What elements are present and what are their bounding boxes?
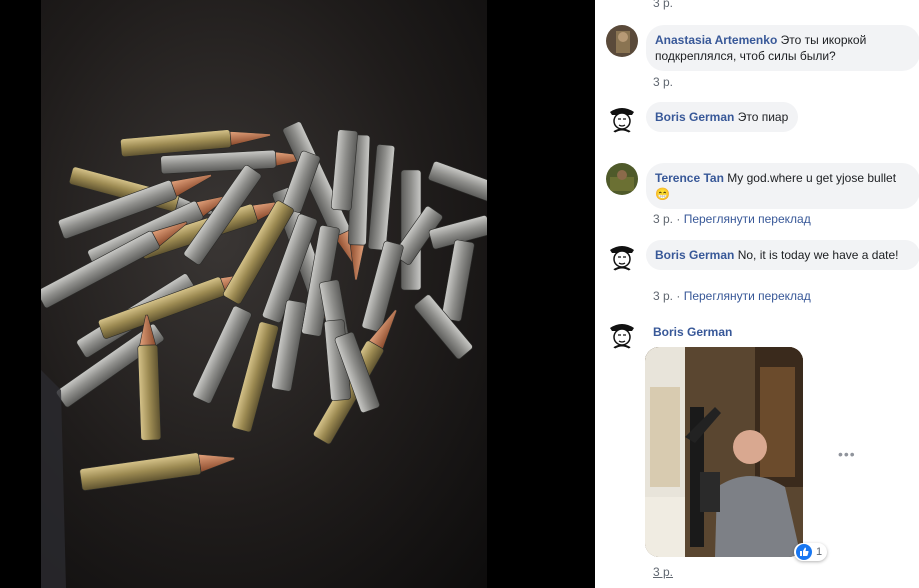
comment-bubble: Boris German No, it is today we have a d… [646,240,919,270]
avatar[interactable] [606,102,638,134]
meta-separator: · [676,289,681,303]
like-icon [796,544,812,560]
comment-author[interactable]: Boris German [655,248,734,262]
comment-text: My god.where u get yjose bullet [727,171,897,185]
comment-photo-attachment[interactable] [645,347,803,557]
see-translation-link[interactable]: Переглянути переклад [684,212,811,226]
comments-panel: 3 р. Anastasia Artemenko Это ты икоркой … [595,0,919,588]
comment-bubble: Boris German Это пиар [646,102,799,132]
reaction-count: 1 [816,546,823,558]
avatar[interactable] [606,318,638,350]
see-translation-link[interactable]: Переглянути переклад [684,289,811,303]
comment-author[interactable]: Boris German [653,325,732,339]
comment-time[interactable]: 3 р. [653,0,673,10]
photo-viewer [0,0,595,588]
reaction-badge[interactable]: 1 [794,543,828,561]
grin-emoji-icon: 😁 [655,187,670,201]
comment-author[interactable]: Boris German [655,110,734,124]
bullet-pile [41,121,487,491]
comment-meta: 3 р. · Переглянути переклад [653,212,811,226]
avatar[interactable] [606,163,638,195]
comment-author[interactable]: Anastasia Artemenko [655,33,777,47]
comment-author[interactable]: Terence Tan [655,171,724,185]
bullets-photo[interactable] [41,0,487,588]
comment-time[interactable]: 3 р. [653,289,673,303]
comment-time[interactable]: 3 р. [653,565,673,579]
comment-bubble: Terence Tan My god.where u get yjose bul… [646,163,919,209]
more-options-icon[interactable]: ••• [838,446,856,462]
meta-separator: · [676,212,681,226]
avatar[interactable] [606,240,638,272]
comment-time[interactable]: 3 р. [653,75,673,89]
comment-text: Это пиар [737,110,789,124]
avatar[interactable] [606,25,638,57]
comment-bubble: Anastasia Artemenko Это ты икоркой подкр… [646,25,919,71]
comment-text: No, it is today we have a date! [737,248,899,262]
comment-meta: 3 р. · Переглянути переклад [653,289,811,303]
comment-time[interactable]: 3 р. [653,212,673,226]
